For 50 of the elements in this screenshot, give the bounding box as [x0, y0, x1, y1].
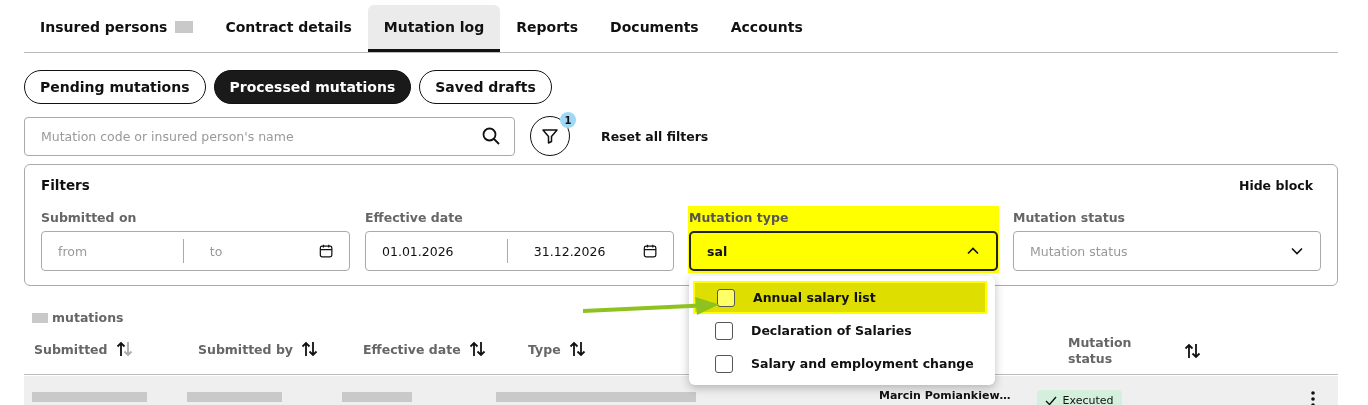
blurred-text: [342, 392, 412, 402]
checkbox[interactable]: [717, 288, 735, 307]
option-label: Annual salary list: [753, 290, 876, 305]
field-label: Submitted on: [41, 210, 138, 225]
field-label: Mutation type: [689, 210, 790, 225]
date-from-field[interactable]: 01.01.2026: [382, 243, 491, 259]
more-icon[interactable]: [1310, 390, 1316, 405]
tab[interactable]: Insured persons: [24, 5, 210, 52]
result-count: mutations: [52, 310, 124, 325]
view-toggle[interactable]: Processed mutations: [213, 70, 412, 104]
view-toggle[interactable]: Pending mutations: [24, 70, 206, 104]
date-to-field[interactable]: 31.12.2026: [533, 243, 643, 259]
tab[interactable]: Documents: [594, 5, 715, 52]
column-header[interactable]: Submitted: [34, 341, 108, 357]
field-label: Effective date: [365, 210, 464, 225]
sort-icon[interactable]: [301, 341, 319, 357]
column-header[interactable]: Type: [528, 341, 561, 357]
filter-button[interactable]: [530, 116, 570, 156]
table-row[interactable]: Marcin Pomiankiew… Executed: [24, 376, 1338, 405]
sort-icon[interactable]: [115, 341, 134, 357]
sort-icon[interactable]: [568, 341, 587, 357]
dropdown-option[interactable]: Declaration of Salaries: [689, 314, 995, 347]
mutation-type-dropdown[interactable]: sal: [689, 231, 998, 271]
calendar-icon[interactable]: [642, 243, 657, 259]
filters-title: Filters: [41, 177, 90, 193]
checkbox[interactable]: [715, 354, 733, 373]
table-cell: Marcin Pomiankiew…: [879, 390, 1011, 402]
column-header[interactable]: Submitted by: [198, 341, 293, 357]
tab[interactable]: Mutation log: [367, 5, 501, 52]
column-header[interactable]: Mutation status: [1068, 335, 1154, 368]
dropdown-option[interactable]: Annual salary list: [693, 281, 987, 314]
view-toggle[interactable]: Saved drafts: [419, 70, 552, 104]
tab[interactable]: Reports: [500, 5, 595, 52]
tab[interactable]: Contract details: [209, 5, 368, 52]
hide-block-link[interactable]: Hide block: [1238, 177, 1313, 193]
search-icon: [482, 127, 500, 145]
status-badge: Executed: [1036, 390, 1122, 405]
filter-count-badge: 1: [560, 112, 576, 128]
checkbox[interactable]: [715, 321, 733, 340]
sort-icon[interactable]: [1184, 343, 1202, 360]
reset-filters-link[interactable]: Reset all filters: [601, 128, 709, 144]
blurred-count: [32, 312, 48, 323]
calendar-icon[interactable]: [318, 243, 333, 259]
option-label: Salary and employment change: [751, 356, 974, 371]
field-label: Mutation status: [1013, 210, 1126, 225]
filter-icon: [541, 127, 559, 145]
tab[interactable]: Accounts: [714, 5, 819, 52]
column-header[interactable]: Effective date: [363, 341, 461, 357]
option-label: Declaration of Salaries: [751, 323, 912, 338]
sort-icon[interactable]: [468, 341, 487, 357]
